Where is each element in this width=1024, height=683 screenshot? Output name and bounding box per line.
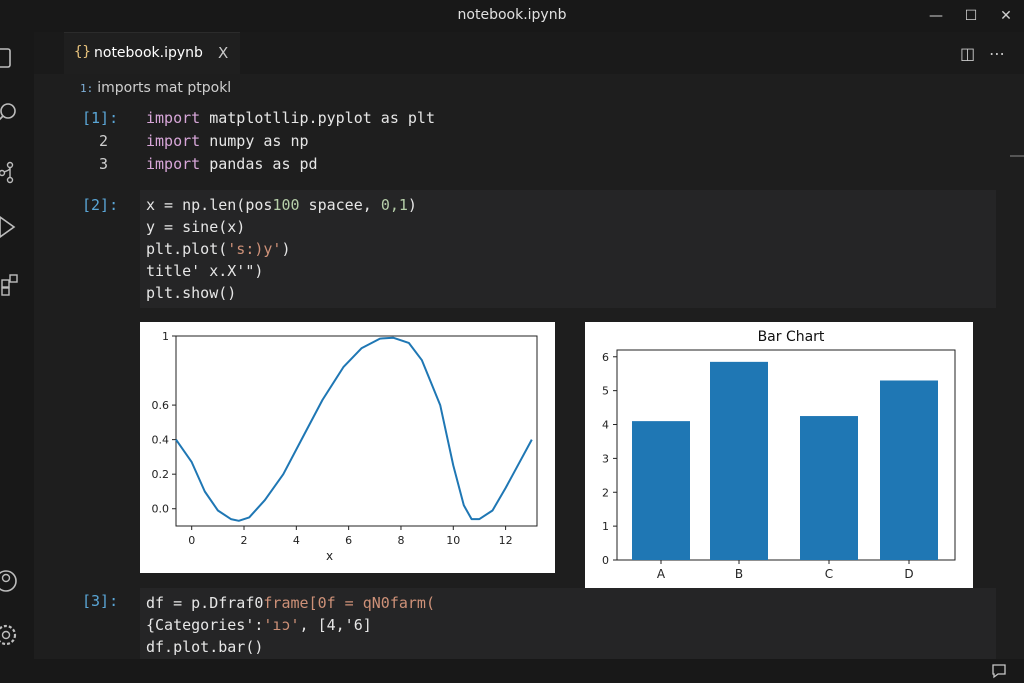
plot-frame bbox=[175, 335, 538, 527]
bar-plot-output: Bar Chart 0 1 2 3 4 5 6 A B C D bbox=[585, 322, 973, 588]
scrollbar-thumb[interactable] bbox=[1010, 155, 1024, 157]
code-line: y = sine(x) bbox=[146, 218, 246, 236]
account-icon[interactable] bbox=[0, 568, 22, 594]
execution-count: [1]: bbox=[82, 109, 119, 127]
bar bbox=[632, 421, 690, 560]
y-tick-label: 6 bbox=[602, 351, 609, 364]
execution-count: [3]: bbox=[82, 592, 119, 610]
line-number: 3 bbox=[98, 155, 108, 173]
tab-bar: {} notebook.ipynb X ◫ ⋯ bbox=[34, 32, 1024, 74]
x-tick-label: 10 bbox=[446, 534, 460, 547]
close-window-button[interactable]: ✕ bbox=[991, 4, 1021, 28]
notifications-icon[interactable] bbox=[990, 663, 1008, 679]
code-line: plt.plot('s:)y') bbox=[146, 240, 291, 258]
x-tick-label: 12 bbox=[499, 534, 513, 547]
x-tick-label: C bbox=[825, 567, 833, 581]
minimize-button[interactable]: — bbox=[921, 4, 951, 28]
x-axis-label: x bbox=[326, 549, 333, 563]
line-number: 2 bbox=[98, 132, 108, 150]
y-tick-label: 5 bbox=[602, 385, 609, 398]
y-tick-label: 0.6 bbox=[152, 399, 170, 412]
y-tick-label: 3 bbox=[602, 452, 609, 465]
symbol-icon: 1: bbox=[80, 82, 94, 95]
y-tick-label: 0.4 bbox=[152, 434, 170, 447]
x-tick-label: B bbox=[735, 567, 743, 581]
code-line: df = p.Dfraf0frame[0f = qN0farm( bbox=[146, 594, 435, 612]
tab-close-button[interactable]: X bbox=[218, 44, 228, 62]
line-chart: 0 2 4 6 8 10 12 0.0 0.2 0.4 0.6 1 x bbox=[152, 330, 538, 563]
bar-chart: Bar Chart 0 1 2 3 4 5 6 A B C D bbox=[602, 329, 956, 581]
breadcrumb[interactable]: 1: imports mat ptpokl bbox=[80, 80, 231, 96]
x-tick-label: 8 bbox=[397, 534, 404, 547]
settings-gear-icon[interactable] bbox=[0, 622, 22, 648]
tab-label: notebook.ipynb bbox=[94, 45, 203, 61]
maximize-button[interactable]: ☐ bbox=[956, 4, 986, 28]
search-icon[interactable] bbox=[0, 100, 22, 126]
y-tick-label: 0.0 bbox=[152, 503, 170, 516]
code-line: title' x.X'") bbox=[146, 262, 264, 280]
y-tick-label: 1 bbox=[602, 520, 609, 533]
source-control-icon[interactable] bbox=[0, 160, 22, 186]
x-tick-label: 0 bbox=[188, 534, 195, 547]
run-debug-icon[interactable] bbox=[0, 214, 22, 240]
x-tick-label: D bbox=[904, 567, 913, 581]
extensions-icon[interactable] bbox=[0, 272, 22, 298]
bar bbox=[710, 361, 768, 560]
status-bar bbox=[0, 659, 1024, 683]
chart-title: Bar Chart bbox=[758, 329, 825, 345]
y-tick-label: 4 bbox=[602, 419, 609, 432]
y-tick-label: 0 bbox=[602, 554, 609, 567]
more-actions-icon[interactable]: ⋯ bbox=[989, 44, 1005, 63]
bar bbox=[880, 380, 938, 560]
series-line bbox=[175, 336, 533, 522]
code-line: import pandas as pd bbox=[146, 155, 318, 173]
y-tick-label: 0.2 bbox=[152, 468, 170, 481]
title-bar: notebook.ipynb — ☐ ✕ bbox=[0, 0, 1024, 32]
x-tick-label: 6 bbox=[345, 534, 352, 547]
breadcrumb-text: imports mat ptpokl bbox=[97, 80, 232, 96]
x-tick-label: 4 bbox=[293, 534, 300, 547]
code-line: import matplotllip.pyplot as plt bbox=[146, 109, 435, 127]
code-line: {Categories':'ıɔ', [4,'6] bbox=[146, 616, 372, 634]
x-tick-label: 2 bbox=[241, 534, 248, 547]
execution-count: [2]: bbox=[82, 196, 119, 214]
line-plot-output: 0 2 4 6 8 10 12 0.0 0.2 0.4 0.6 1 x bbox=[140, 322, 555, 573]
y-tick-label: 1 bbox=[162, 330, 169, 343]
code-line: x = np.len(pos100 spacee, 0,1) bbox=[146, 196, 417, 214]
y-tick-label: 2 bbox=[602, 486, 609, 499]
code-line: df.plot.bar() bbox=[146, 638, 264, 656]
bar bbox=[800, 416, 858, 560]
files-icon[interactable] bbox=[0, 46, 22, 72]
notebook-editor: 1: imports mat ptpokl [1]: 2 3 import mat… bbox=[60, 74, 1024, 659]
code-line: plt.show() bbox=[146, 284, 237, 302]
json-file-icon: {} bbox=[74, 44, 91, 60]
window-title: notebook.ipynb bbox=[457, 7, 567, 23]
tab-notebook[interactable]: {} notebook.ipynb X bbox=[64, 32, 240, 74]
x-tick-label: A bbox=[657, 567, 666, 581]
code-line: import numpy as np bbox=[146, 132, 309, 150]
split-editor-icon[interactable]: ◫ bbox=[960, 44, 975, 63]
activity-bar bbox=[0, 32, 34, 659]
